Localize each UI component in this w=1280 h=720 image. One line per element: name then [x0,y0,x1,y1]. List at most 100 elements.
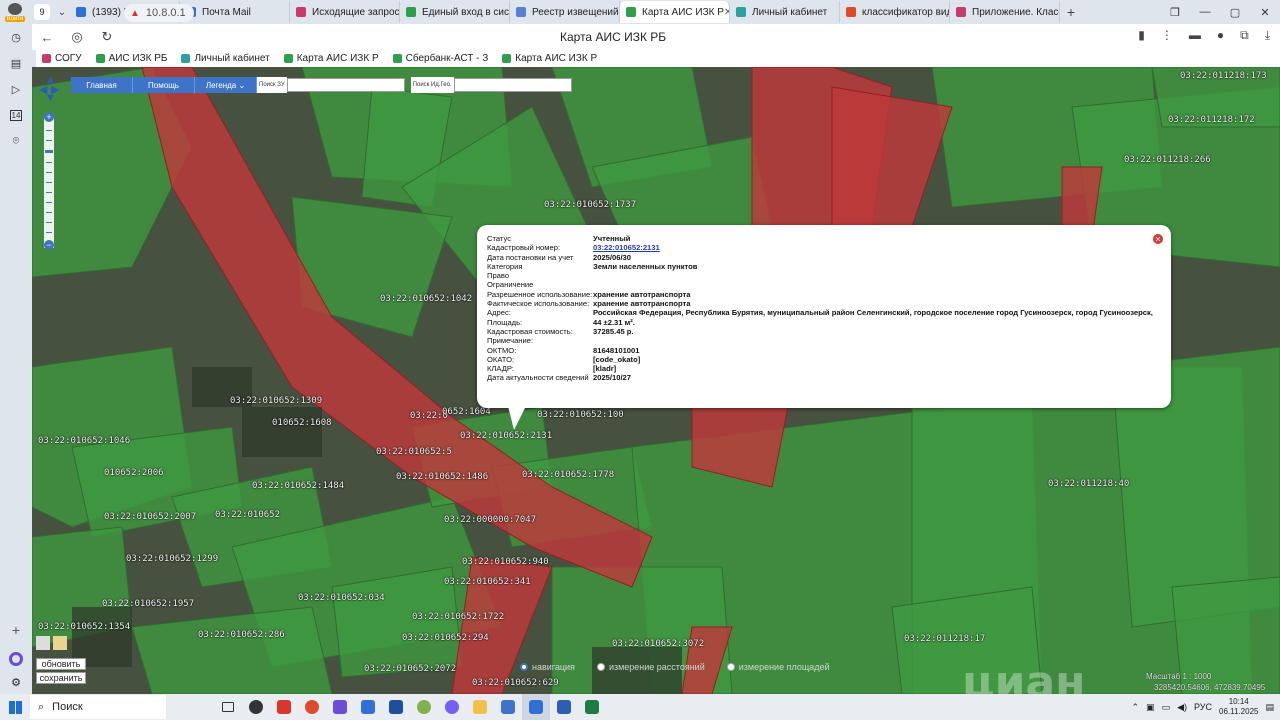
sidebar-settings-icon[interactable]: ⚙ [0,676,32,689]
zoom-slider[interactable]: + − [44,112,54,250]
task-view-icon[interactable] [214,694,242,720]
play-icon[interactable]: ▷ [0,76,32,102]
network-app-icon[interactable] [494,694,522,720]
cadastral-number-link[interactable]: 03:22:010652:2131 [593,243,660,252]
monitor-app-icon[interactable] [354,694,382,720]
mode-navigation[interactable]: навигация [520,662,575,672]
url-field[interactable]: ▲ 10.8.0.1 [124,4,194,22]
browser-tab[interactable]: Личный кабинет [730,1,840,23]
back-arrow-icon[interactable]: ← [32,30,62,45]
network-icon[interactable]: ▭ [1162,702,1171,713]
download-arrow-icon[interactable]: ⤓ [1265,28,1270,43]
pan-down-icon[interactable]: ▼ [45,92,56,104]
bookmark-icon[interactable]: ▮ [1138,28,1145,43]
history-icon[interactable]: ◷ [0,24,32,50]
parcel-cadastral-label[interactable]: 03:22:010652:341 [444,577,531,587]
parcel-cadastral-label[interactable]: 03:22:010652:5 [376,447,452,457]
notifications-icon[interactable]: ▤ [1265,702,1274,713]
mode-area[interactable]: измерение площадей [726,662,830,672]
explorer-app-icon[interactable] [466,694,494,720]
parcel-cadastral-label[interactable]: 03:22:010652:1309 [230,396,322,406]
bookmark-item[interactable]: Карта АИС ИЗК Р [283,53,379,64]
notes-icon[interactable]: ▤ [0,50,32,76]
bookmark-item[interactable]: АИС ИЗК РБ [95,53,167,64]
new-tab-button[interactable]: + [1060,4,1082,20]
parcel-cadastral-label[interactable]: 0652:1604 [442,407,491,417]
search-idgeo-input[interactable] [453,78,572,92]
close-window-button[interactable]: ✕ [1250,0,1280,24]
yandex-app-icon[interactable] [298,694,326,720]
parcel-cadastral-label[interactable]: 010652:1608 [272,418,332,428]
word-app-icon[interactable] [550,694,578,720]
parcel-cadastral-label[interactable]: 03:22:010652:1486 [396,472,488,482]
search-zu-input[interactable] [286,78,405,92]
maximize-button[interactable]: ▢ [1220,0,1250,24]
parcel-cadastral-label[interactable]: 03:22:010652:294 [402,633,489,643]
save-button[interactable]: сохранить [36,672,86,684]
parcel-cadastral-label[interactable]: 03:22:000000:7047 [444,515,536,525]
refresh-button[interactable]: обновить [36,658,86,670]
parcel-cadastral-label[interactable]: 03:22:010652:1299 [126,554,218,564]
main-menu-button[interactable]: Главная [71,77,133,93]
parcel-cadastral-label[interactable]: 03:22:010652:2072 [364,664,456,674]
profile-button[interactable]: Войти [0,0,30,24]
parcel-cadastral-label[interactable]: 03:22:010652:1957 [102,599,194,609]
print-icon[interactable] [53,636,67,650]
parcel-cadastral-label[interactable]: 03:22:010652 [215,510,280,520]
parcel-cadastral-label[interactable]: 03:22:010652:1778 [522,470,614,480]
tray-chevron-icon[interactable]: ⌃ [1132,702,1140,713]
taskbar-search[interactable]: ⌕ Поиск [30,695,166,719]
parcel-cadastral-label[interactable]: 03:22:010652:100 [537,410,624,420]
zoom-out-button[interactable]: − [44,240,54,250]
parcel-cadastral-label[interactable]: 03:22:011218:17 [904,634,985,644]
alice-assistant-icon[interactable] [0,652,32,666]
parcel-cadastral-label[interactable]: 03:22:010652:1042 [380,294,472,304]
close-popup-button[interactable]: ✕ [1153,234,1163,244]
parcel-cadastral-label[interactable]: 03:22:010652:629 [472,678,559,688]
parcel-cadastral-label[interactable]: 03:22:010652:940 [462,557,549,567]
bookmark-item[interactable]: Сбербанк-АСТ - З [392,53,488,64]
reload-icon[interactable]: ↻ [92,29,122,45]
yandex-logo-icon[interactable]: ◎ [62,29,92,45]
extensions-icon[interactable]: ⧉ [1240,28,1249,43]
bookmarks-panel-icon[interactable]: ❐ [1160,0,1190,24]
menu-dots-icon[interactable]: ⋮ [1161,28,1173,43]
parcel-cadastral-label[interactable]: 03:22:011218:40 [1048,479,1129,489]
parcel-cadastral-label[interactable]: 03:22:010652:2007 [104,512,196,522]
parcel-cadastral-label[interactable]: 03:22:010652:2131 [460,431,552,441]
zoom-in-button[interactable]: + [44,112,54,122]
parcel-cadastral-label[interactable]: 03:22:010652:286 [198,630,285,640]
browser-tab[interactable]: классификатор вид [840,1,950,23]
bookmark-item[interactable]: СОГУ [42,53,82,64]
viber-app-icon[interactable] [438,694,466,720]
parcel-cadastral-label[interactable]: 03:22:010652:1722 [412,612,504,622]
parcel-cadastral-label[interactable]: 03:22:011218:266 [1124,155,1211,165]
bookmark-item[interactable]: Личный кабинет [181,53,270,64]
downloads-icon[interactable]: ▬ [1189,28,1201,43]
browser-tab[interactable]: Реестр извещений [510,1,620,23]
parcel-cadastral-label[interactable]: 03:22:010652:1046 [38,436,130,446]
bookmark-item[interactable]: Карта АИС ИЗК Р [502,53,597,64]
paint-app-icon[interactable] [410,694,438,720]
parcel-cadastral-label[interactable]: 03:22:010652:034 [298,593,385,603]
parcel-cadastral-label[interactable]: 03:22:010652:3072 [612,639,704,649]
start-button[interactable] [0,694,30,720]
volume-icon[interactable]: ◀) [1177,702,1187,713]
browser-tab[interactable]: Исходящие запросы [290,1,400,23]
add-panel-icon[interactable]: + [0,622,32,638]
archive-app-icon[interactable] [326,694,354,720]
browser-tab[interactable]: Почта Mail [180,1,290,23]
parcel-cadastral-label[interactable]: 010652:2006 [104,468,164,478]
layers-icon[interactable] [36,636,50,650]
parcel-cadastral-label[interactable]: 03:22:010652:1484 [252,481,344,491]
tray-app-icon[interactable]: ▣ [1146,702,1155,713]
yandex-browser-app-icon[interactable] [522,694,550,720]
parcel-cadastral-label[interactable]: 03:22:010652:1354 [38,622,130,632]
browser-tab[interactable]: Карта АИС ИЗК Р✕ [620,1,730,23]
tab-count-badge[interactable]: 9 [34,4,50,20]
legend-menu-button[interactable]: Легенда ⌄ [195,77,257,93]
browser-tab[interactable]: Единый вход в систе [400,1,510,23]
help-menu-button[interactable]: Помощь [133,77,195,93]
clock[interactable]: 10:14 06.11.2025 [1219,697,1258,717]
chevron-down-icon[interactable]: ⌄ [54,3,70,21]
